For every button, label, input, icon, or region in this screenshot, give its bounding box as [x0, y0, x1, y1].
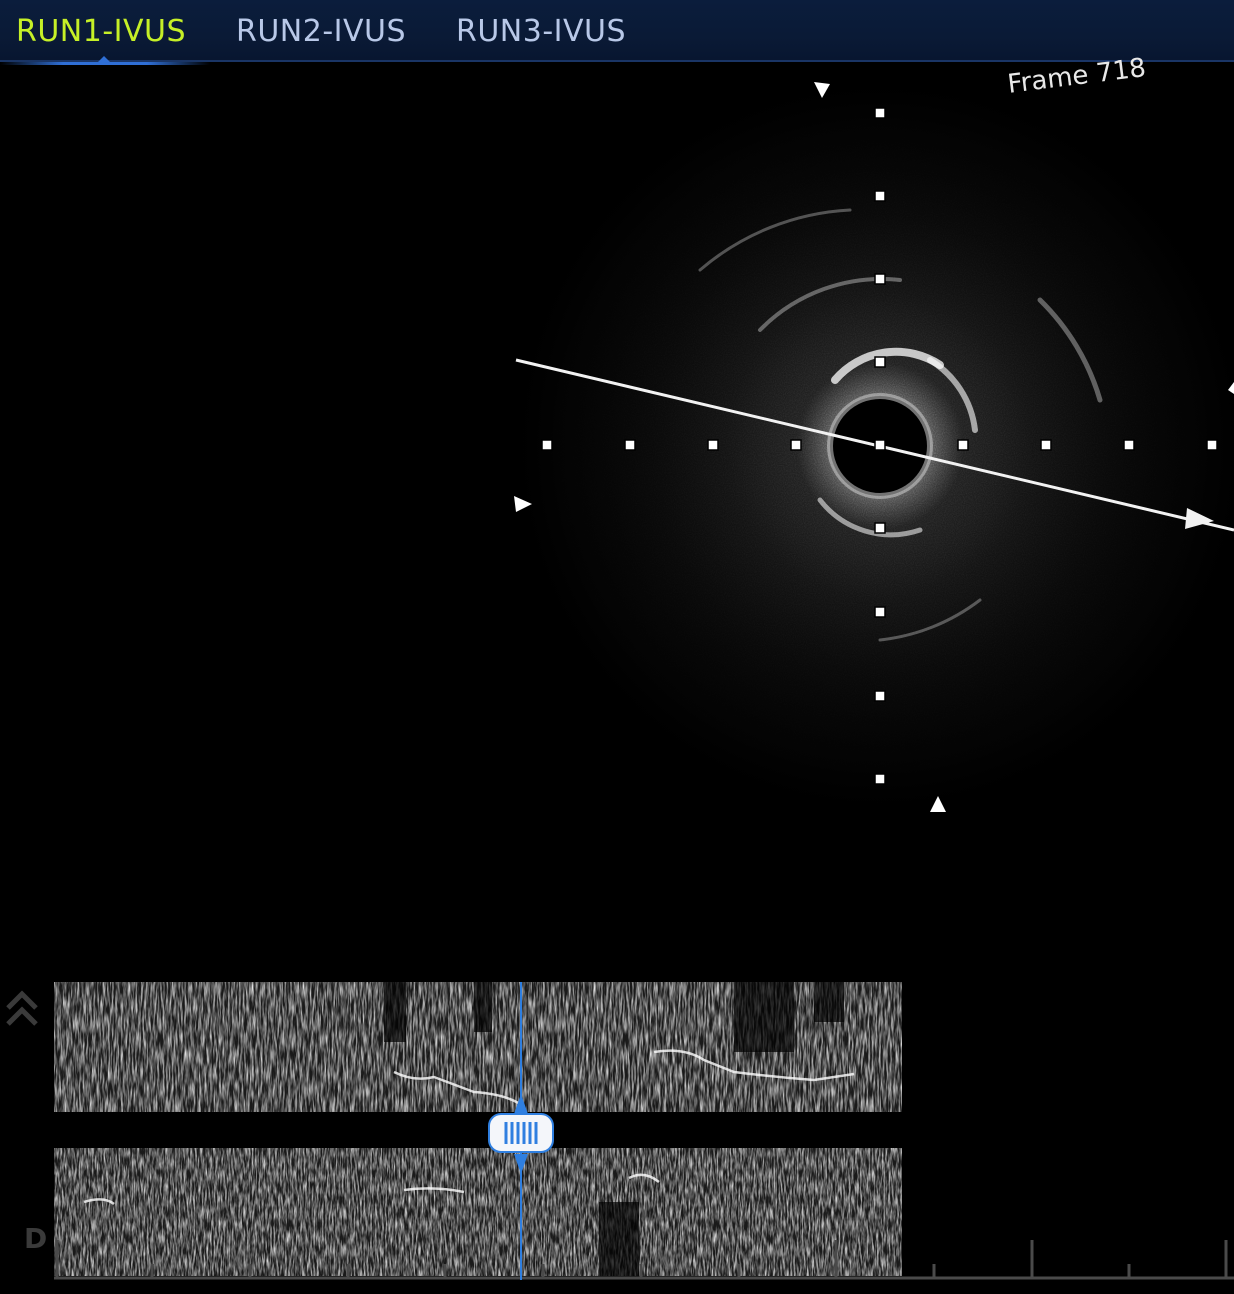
frame-slider-handle-icon[interactable] — [488, 1094, 554, 1174]
active-tab-underline — [0, 62, 210, 65]
run-tab-bar: RUN1-IVUS RUN2-IVUS RUN3-IVUS — [0, 0, 1234, 64]
distal-marker-label: D — [24, 1222, 48, 1255]
tab-run3-ivus[interactable]: RUN3-IVUS — [456, 10, 626, 54]
pullback-ruler — [54, 1240, 1234, 1280]
tab-run1-ivus[interactable]: RUN1-IVUS — [16, 10, 186, 54]
ivus-cross-section-view[interactable] — [0, 66, 1234, 966]
tab-run2-ivus[interactable]: RUN2-IVUS — [236, 10, 406, 54]
double-chevron-up-icon[interactable] — [4, 988, 44, 1032]
lmode-catheter-gap — [54, 1112, 902, 1148]
